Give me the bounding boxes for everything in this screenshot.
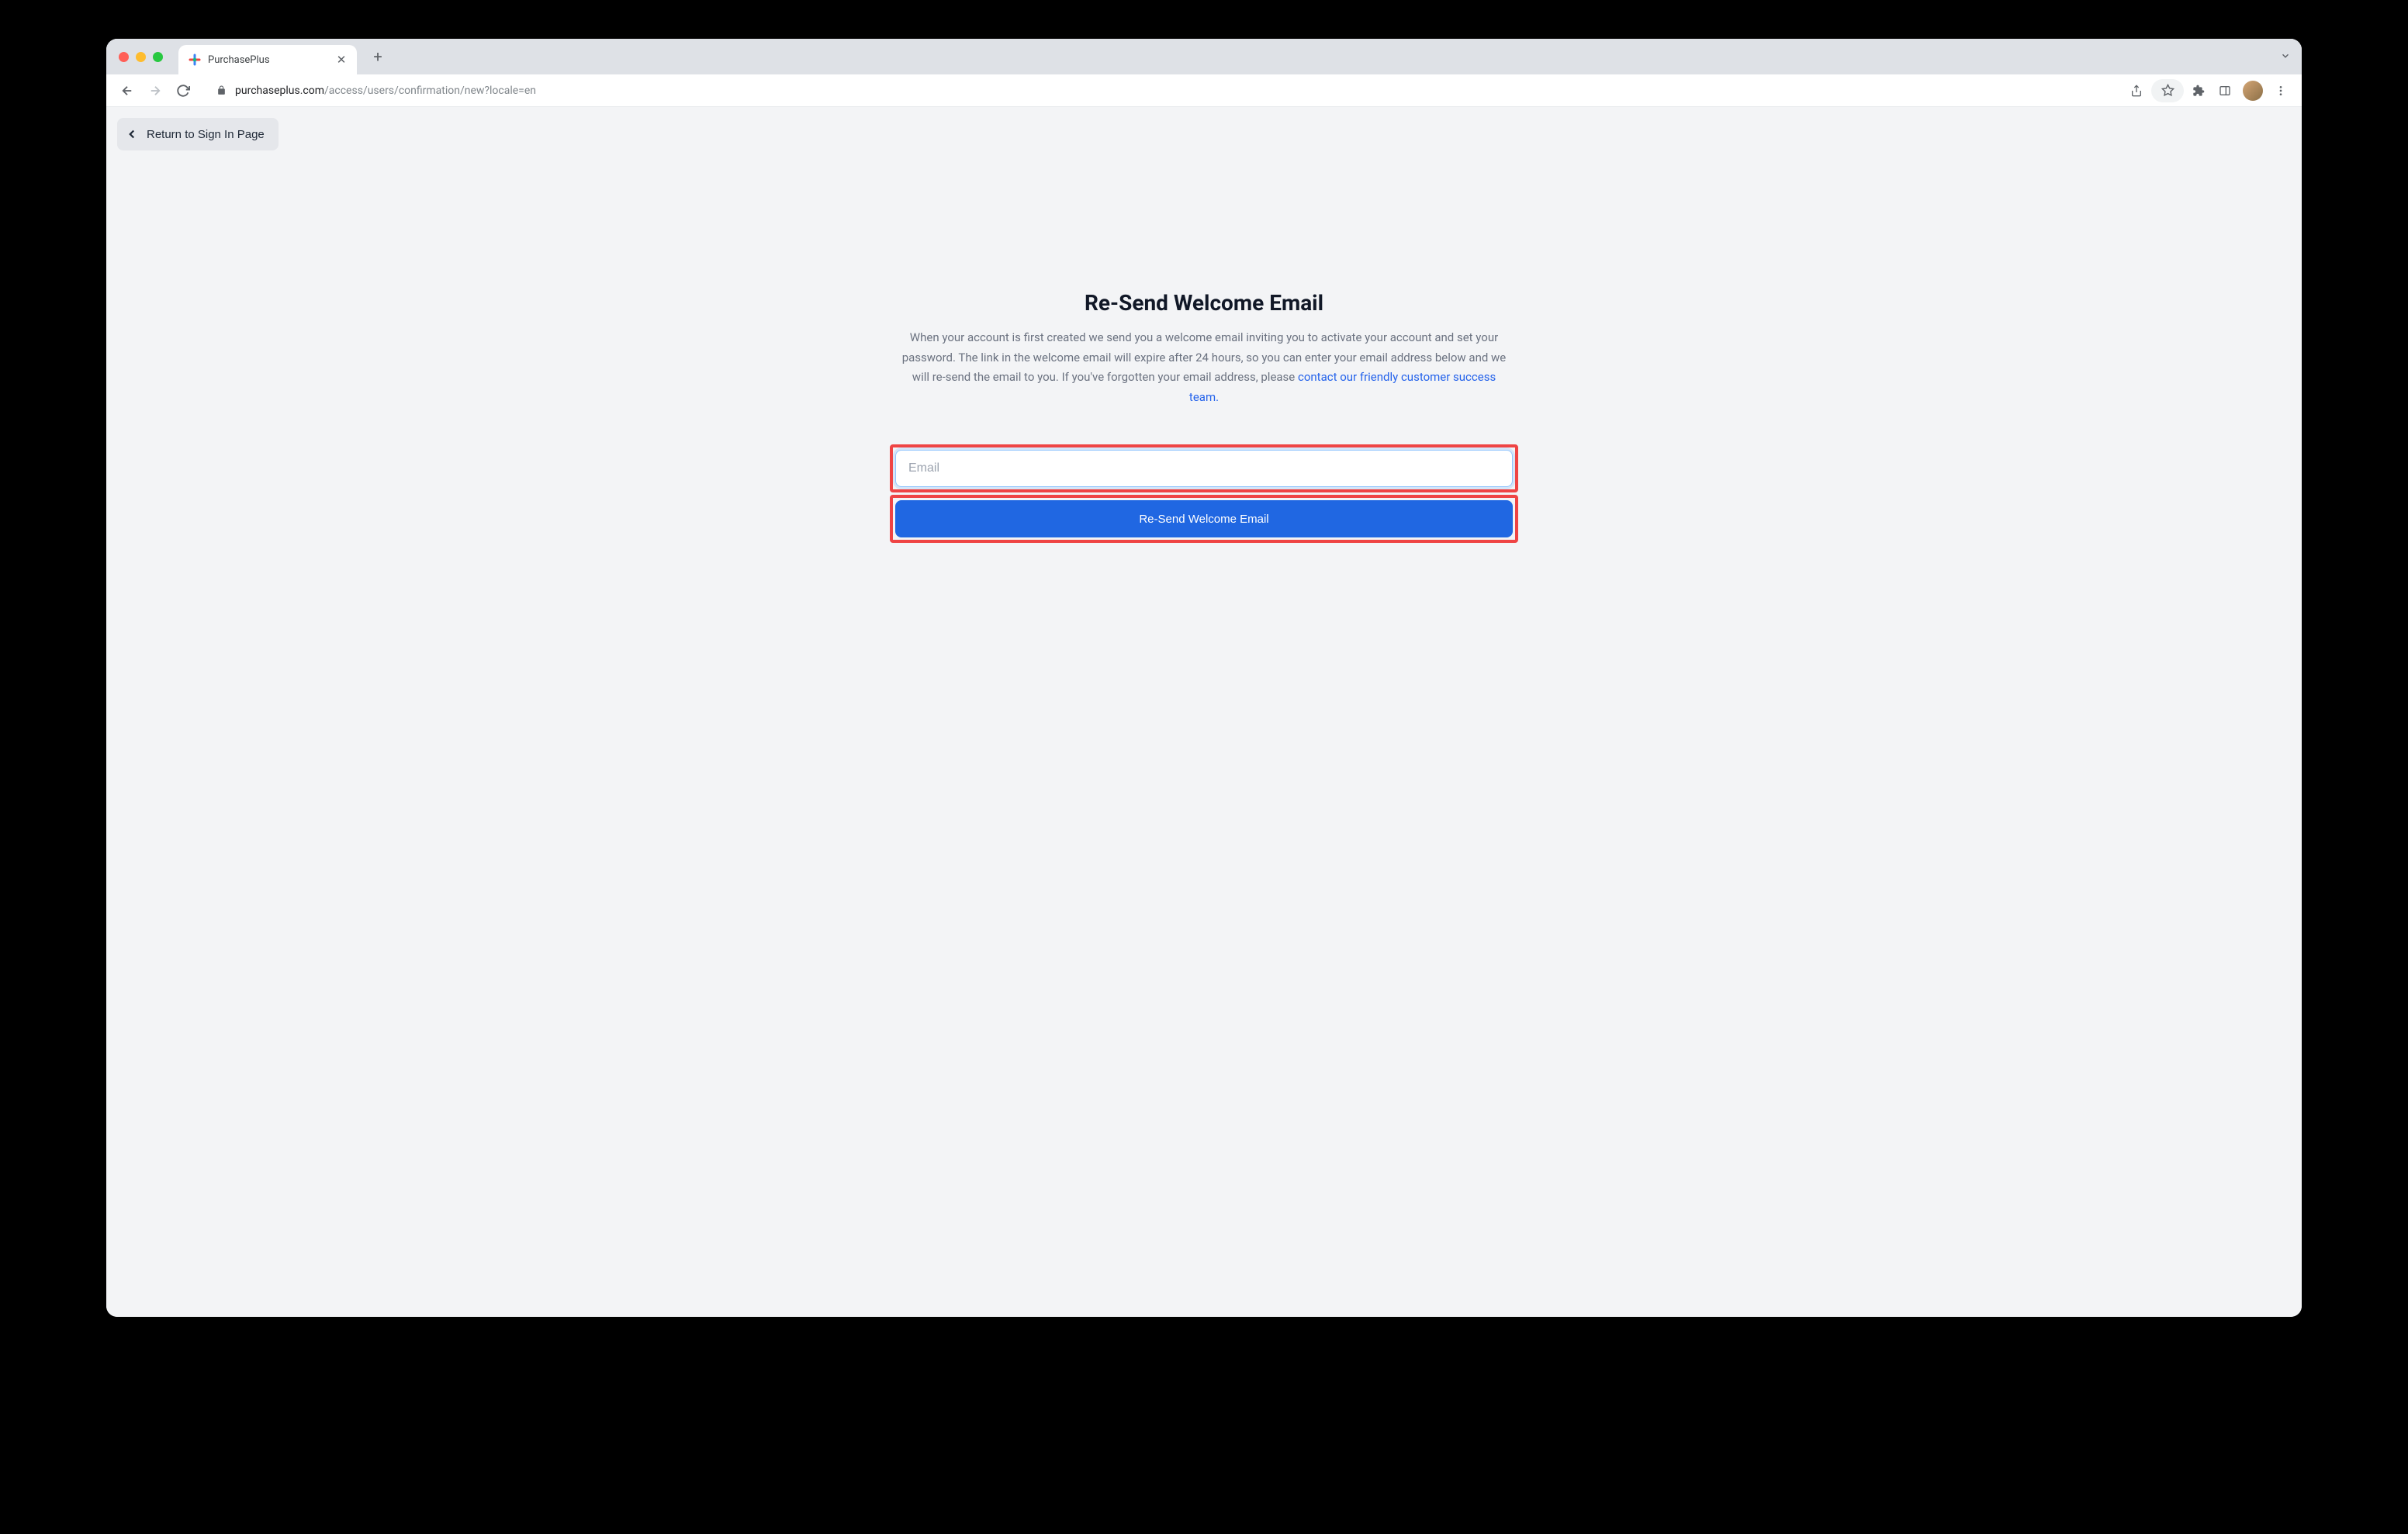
extensions-icon[interactable] xyxy=(2187,79,2210,102)
email-input[interactable] xyxy=(895,450,1513,487)
address-bar[interactable]: purchaseplus.com/access/users/confirmati… xyxy=(204,78,2116,103)
browser-window: PurchasePlus ✕ + xyxy=(106,39,2302,1317)
menu-icon[interactable] xyxy=(2269,79,2292,102)
lock-icon xyxy=(215,85,227,97)
tab-title: PurchasePlus xyxy=(208,54,329,66)
url-domain: purchaseplus.com xyxy=(235,85,324,97)
resend-form: Re-Send Welcome Email xyxy=(890,444,1518,543)
toolbar-actions xyxy=(2125,79,2292,102)
url-path: /access/users/confirmation/new?locale=en xyxy=(324,85,536,97)
maximize-window-button[interactable] xyxy=(153,52,163,62)
window-controls xyxy=(119,52,163,62)
page-title: Re-Send Welcome Email xyxy=(890,290,1518,316)
chevron-left-icon xyxy=(125,127,139,141)
tabs-dropdown-button[interactable] xyxy=(2280,50,2291,64)
favicon-icon xyxy=(188,53,202,67)
resend-welcome-email-button[interactable]: Re-Send Welcome Email xyxy=(895,500,1513,537)
new-tab-button[interactable]: + xyxy=(366,45,389,68)
forward-button[interactable] xyxy=(144,79,167,102)
reload-button[interactable] xyxy=(171,79,195,102)
email-highlight-box xyxy=(890,444,1518,492)
profile-avatar[interactable] xyxy=(2243,81,2263,101)
minimize-window-button[interactable] xyxy=(136,52,146,62)
main-content: Re-Send Welcome Email When your account … xyxy=(890,290,1518,543)
return-to-signin-button[interactable]: Return to Sign In Page xyxy=(117,118,279,150)
submit-highlight-box: Re-Send Welcome Email xyxy=(890,495,1518,543)
back-button[interactable] xyxy=(116,79,139,102)
close-window-button[interactable] xyxy=(119,52,129,62)
side-panel-icon[interactable] xyxy=(2213,79,2237,102)
bookmark-star-icon[interactable] xyxy=(2156,79,2179,102)
browser-toolbar: purchaseplus.com/access/users/confirmati… xyxy=(106,74,2302,107)
share-icon[interactable] xyxy=(2125,79,2148,102)
return-button-label: Return to Sign In Page xyxy=(147,128,265,141)
close-tab-button[interactable]: ✕ xyxy=(335,54,348,66)
page-description: When your account is first created we se… xyxy=(890,328,1518,407)
page-content: Return to Sign In Page Re-Send Welcome E… xyxy=(106,107,2302,1317)
tab-bar: PurchasePlus ✕ + xyxy=(106,39,2302,74)
browser-tab[interactable]: PurchasePlus ✕ xyxy=(178,45,357,74)
